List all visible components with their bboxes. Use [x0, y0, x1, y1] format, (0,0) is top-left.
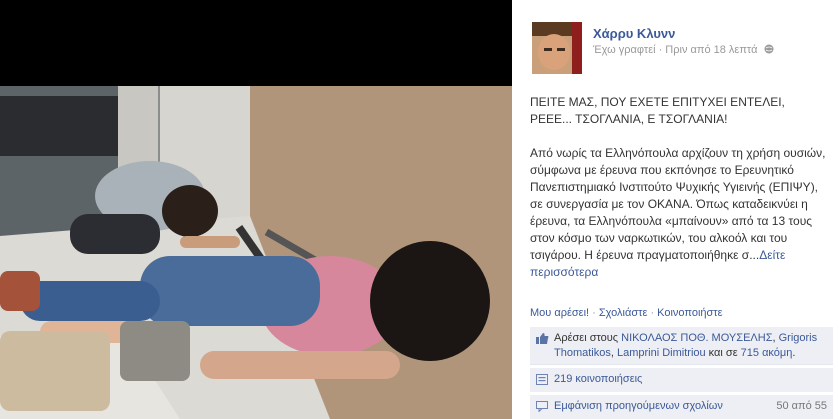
avatar-image: [532, 22, 582, 74]
photo-illustration: [0, 86, 512, 419]
likes-and: και σε: [705, 347, 741, 359]
previous-comments-row[interactable]: Εμφάνιση προηγούμενων σχολίων 50 από 55: [530, 395, 833, 419]
likes-others-link[interactable]: 715 ακόμη: [741, 347, 793, 359]
share-link[interactable]: Κοινοποιήστε: [657, 307, 722, 319]
news-photo[interactable]: [0, 86, 512, 419]
action-separator: ·: [589, 307, 599, 319]
post-timestamp[interactable]: Έχω γραφτεί · Πριν από 18 λεπτά: [593, 44, 757, 56]
likes-prefix: Αρέσει στους: [554, 332, 622, 344]
comment-link[interactable]: Σχολιάστε: [599, 307, 648, 319]
post-header: Χάρρυ Κλυνν Έχω γραφτεί · Πριν από 18 λε…: [532, 22, 832, 82]
liker-link[interactable]: ΝΙΚΟΛΑΟΣ ΠΟΘ. ΜΟΥΣΕΛΗΣ: [621, 332, 772, 344]
liker-link[interactable]: Lamprini Dimitriou: [617, 347, 706, 359]
post-body: Από νωρίς τα Ελληνόπουλα αρχίζουν τη χρή…: [530, 146, 826, 262]
post-sidebar: Χάρρυ Κλυνν Έχω γραφτεί · Πριν από 18 λε…: [512, 0, 839, 419]
post-meta: Έχω γραφτεί · Πριν από 18 λεπτά: [593, 44, 774, 57]
avatar[interactable]: [532, 22, 582, 74]
action-separator: ·: [647, 307, 658, 319]
thumbs-up-icon: [536, 332, 549, 350]
comment-icon: [536, 401, 548, 415]
like-link[interactable]: Μου αρέσει!: [530, 307, 589, 319]
shares-count[interactable]: 219 κοινοποιήσεις: [554, 373, 642, 385]
post-text: ΠΕΙΤΕ ΜΑΣ, ΠΟΥ ΕΧΕΤΕ ΕΠΙΤΥΧΕΙ ΕΝΤΕΛΕΙ, Ρ…: [530, 94, 830, 281]
likes-summary: Αρέσει στους ΝΙΚΟΛΑΟΣ ΠΟΘ. ΜΟΥΣΕΛΗΣ, Gri…: [530, 327, 833, 365]
comments-count: 50 από 55: [776, 400, 827, 412]
post-headline: ΠΕΙΤΕ ΜΑΣ, ΠΟΥ ΕΧΕΤΕ ΕΠΙΤΥΧΕΙ ΕΝΤΕΛΕΙ, Ρ…: [530, 95, 785, 126]
globe-icon[interactable]: [764, 44, 774, 57]
photo-viewer: [0, 0, 512, 419]
share-icon: [536, 374, 548, 388]
post-actions: Μου αρέσει! · Σχολιάστε · Κοινοποιήστε: [530, 307, 723, 319]
likes-dot: .: [792, 347, 796, 359]
shares-row[interactable]: 219 κοινοποιήσεις: [530, 368, 833, 392]
previous-comments-link[interactable]: Εμφάνιση προηγούμενων σχολίων: [554, 400, 723, 412]
author-name[interactable]: Χάρρυ Κλυνν: [593, 26, 675, 41]
